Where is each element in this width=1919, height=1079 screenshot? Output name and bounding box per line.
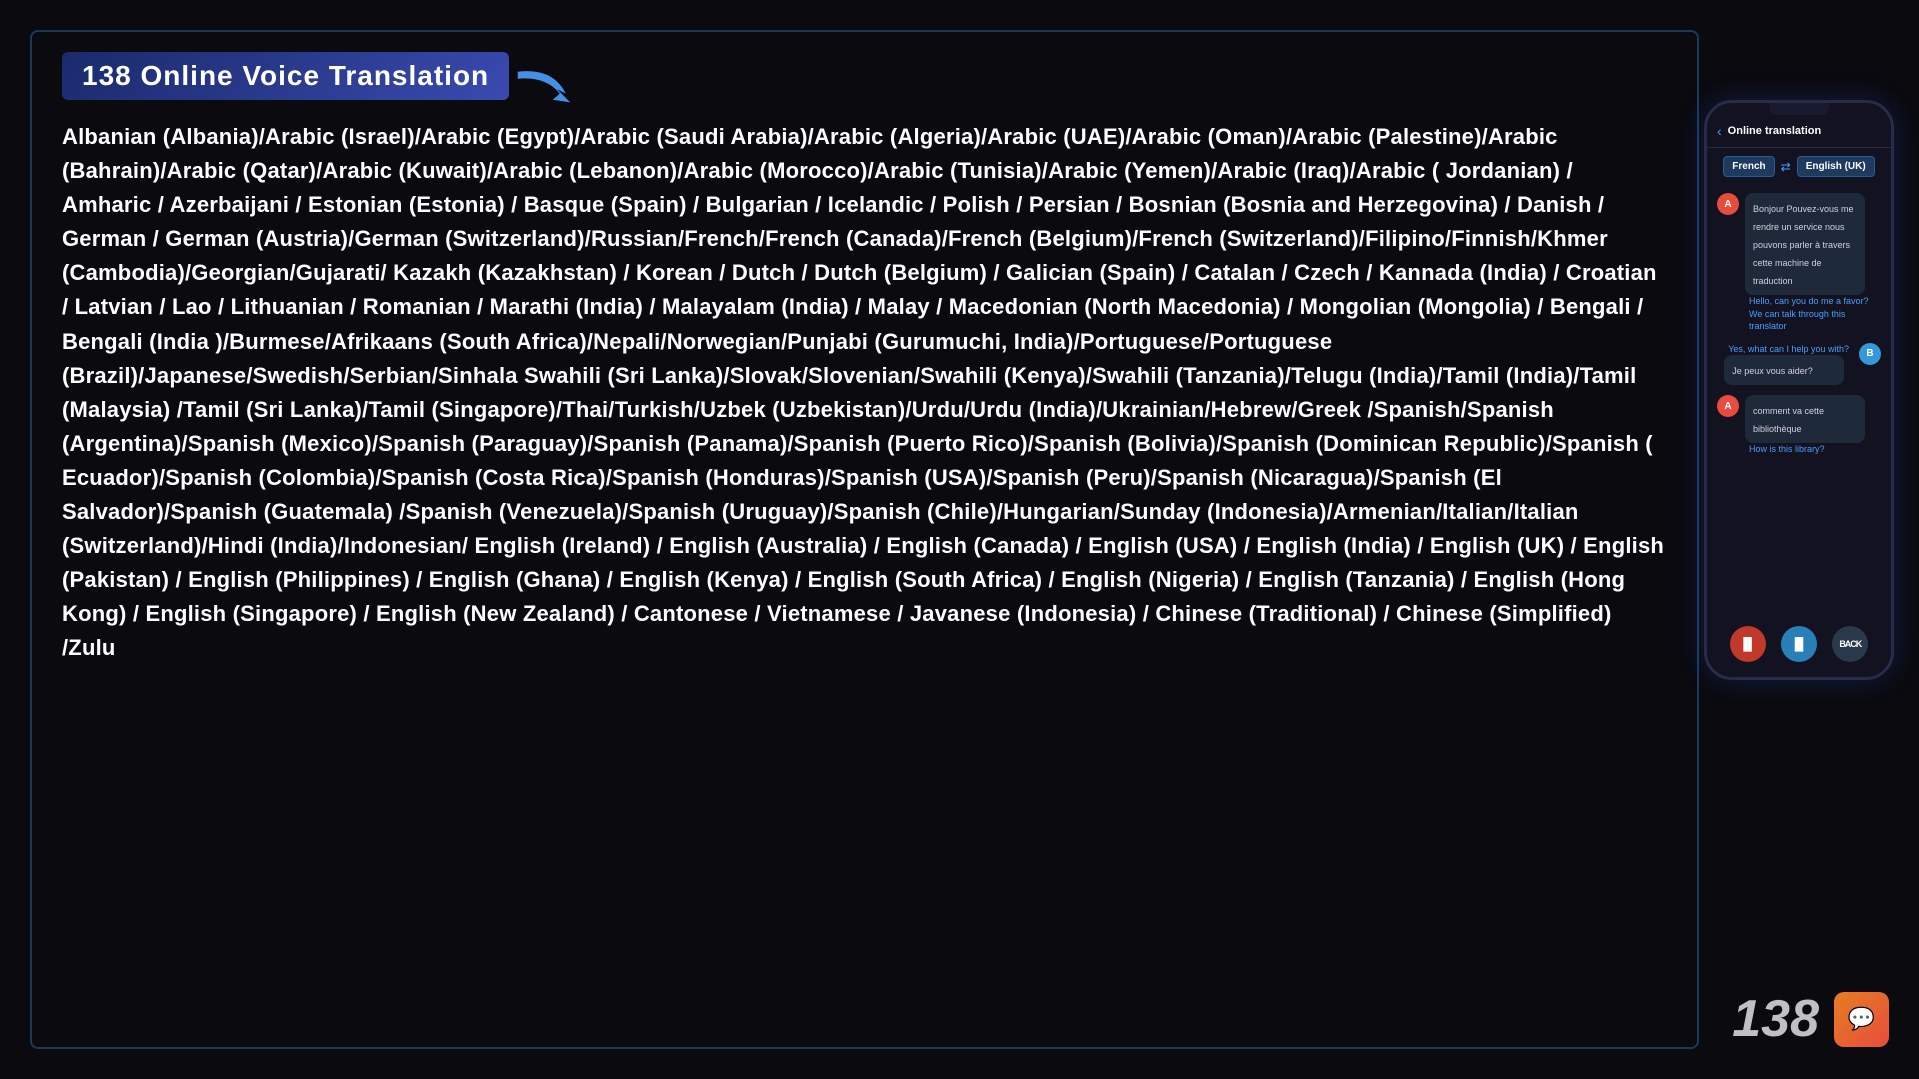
bubble-2: Je peux vous aider? <box>1724 355 1844 385</box>
phone-controls: ▐▌ ▐▌ BACK <box>1707 626 1891 662</box>
mic-a-button[interactable]: ▐▌ <box>1730 626 1766 662</box>
mic-b-icon: ▐▌ <box>1790 637 1807 651</box>
phone-header: ‹ Online translation <box>1707 118 1891 148</box>
avatar-a-1: A <box>1717 193 1739 215</box>
translated-text-1: Hello, can you do me a favor? We can tal… <box>1745 295 1881 333</box>
phone-frame: ‹ Online translation French ⇄ English (U… <box>1704 100 1894 680</box>
title-badge: 138 Online Voice Translation <box>62 52 509 100</box>
bubble-1: Bonjour Pouvez-vous me rendre un service… <box>1745 193 1865 295</box>
avatar-b-2: B <box>1859 343 1881 365</box>
lang-selector: French ⇄ English (UK) <box>1707 148 1891 185</box>
bubble-text-3: comment va cette bibliothèque <box>1753 406 1824 434</box>
translated-text-2: Yes, what can I help you with? <box>1724 343 1853 356</box>
phone-screen: ‹ Online translation French ⇄ English (U… <box>1707 103 1891 677</box>
brand-icon: 💬 <box>1834 992 1889 1047</box>
phone-header-title: Online translation <box>1728 125 1822 137</box>
swap-icon[interactable]: ⇄ <box>1781 160 1791 174</box>
languages-text: Albanian (Albania)/Arabic (Israel)/Arabi… <box>62 120 1667 666</box>
bubble-3: comment va cette bibliothèque <box>1745 395 1865 443</box>
mic-b-button[interactable]: ▐▌ <box>1781 626 1817 662</box>
mic-a-icon: ▐▌ <box>1739 637 1756 651</box>
message-row-2: B Yes, what can I help you with? Je peux… <box>1717 343 1881 386</box>
message-row-3: A comment va cette bibliothèque How is t… <box>1717 395 1881 456</box>
lang-from-button[interactable]: French <box>1723 156 1774 177</box>
translated-text-3: How is this library? <box>1745 443 1865 456</box>
back-button[interactable]: BACK <box>1832 626 1868 662</box>
message-row-1: A Bonjour Pouvez-vous me rendre un servi… <box>1717 193 1881 333</box>
bubble-text-2: Je peux vous aider? <box>1732 366 1813 376</box>
main-container: 138 Online Voice Translation Albanian (A… <box>30 30 1699 1049</box>
chat-area: A Bonjour Pouvez-vous me rendre un servi… <box>1707 185 1891 464</box>
arrow-decoration <box>509 62 579 112</box>
back-arrow-icon[interactable]: ‹ <box>1717 123 1722 139</box>
page-title: 138 Online Voice Translation <box>82 60 489 92</box>
phone-notch <box>1769 103 1829 115</box>
branding: 138 💬 <box>1732 989 1889 1049</box>
brand-number: 138 <box>1732 989 1819 1049</box>
brand-chat-icon: 💬 <box>1848 1006 1875 1032</box>
avatar-a-3: A <box>1717 395 1739 417</box>
phone-container: ‹ Online translation French ⇄ English (U… <box>1704 100 1894 680</box>
lang-to-button[interactable]: English (UK) <box>1797 156 1875 177</box>
bubble-text-1: Bonjour Pouvez-vous me rendre un service… <box>1753 204 1854 286</box>
back-icon: BACK <box>1839 639 1861 649</box>
